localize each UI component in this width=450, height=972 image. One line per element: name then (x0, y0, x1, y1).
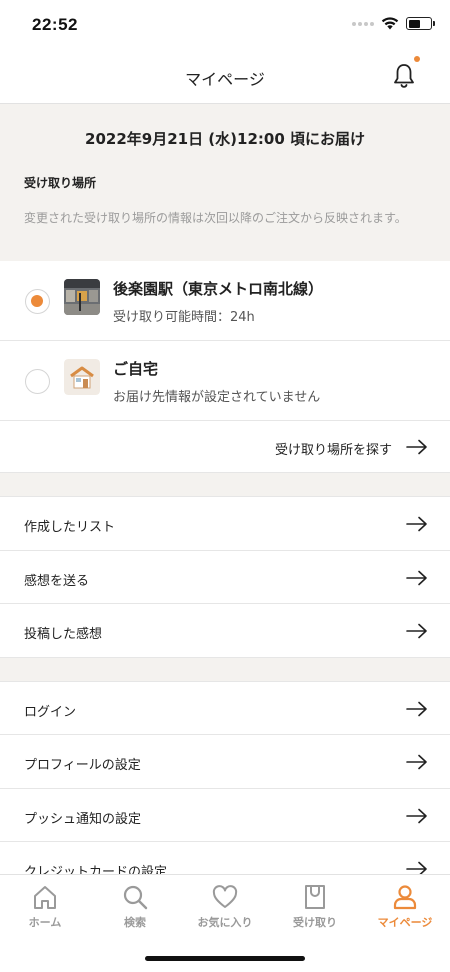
home-illustration-icon (64, 359, 100, 395)
menu-item-label: プロフィールの設定 (24, 758, 141, 773)
tab-search[interactable]: 検索 (90, 883, 180, 939)
find-location-button[interactable]: 受け取り場所を探す (0, 421, 450, 473)
menu-item-posted-feedback[interactable]: 投稿した感想 (0, 604, 450, 658)
tab-mypage[interactable]: マイページ (360, 883, 450, 939)
menu-item-label: 投稿した感想 (24, 627, 103, 642)
battery-icon (406, 17, 435, 30)
menu-item-created-lists[interactable]: 作成したリスト (0, 497, 450, 551)
menu-item-label: 感想を送る (24, 573, 90, 589)
bag-icon (305, 885, 325, 909)
tab-favorites[interactable]: お気に入り (180, 883, 270, 939)
tab-label: 受け取り (293, 916, 337, 929)
tab-pickup[interactable]: 受け取り (270, 883, 360, 939)
menu-item-label: プッシュ通知の設定 (24, 811, 142, 827)
status-time: 22:52 (32, 15, 78, 34)
menu-item-login[interactable]: ログイン (0, 681, 450, 735)
section-divider (0, 657, 450, 682)
location-status: お届け先情報が設定されていません (113, 390, 321, 405)
arrow-right-icon (406, 623, 427, 639)
tab-label: お気に入り (197, 916, 253, 929)
arrow-right-icon (406, 861, 427, 874)
arrow-right-icon (406, 439, 427, 455)
location-name: 後楽園駅（東京メトロ南北線） (113, 280, 324, 298)
menu-item-label: クレジットカードの設定 (24, 865, 168, 874)
pickup-note: 変更された受け取り場所の情報は次回以降のご注文から反映されます。 (24, 211, 407, 225)
menu-item-send-feedback[interactable]: 感想を送る (0, 550, 450, 604)
tab-label: ホーム (28, 916, 62, 929)
location-hours: 受け取り可能時間：24h (113, 310, 255, 325)
person-icon (393, 885, 417, 910)
arrow-right-icon (406, 701, 427, 716)
location-option-home[interactable]: ご自宅 お届け先情報が設定されていません (0, 341, 450, 421)
arrow-right-icon (406, 808, 427, 823)
find-location-label: 受け取り場所を探す (274, 443, 392, 458)
delivery-date: 2022年9月21日 (水)12:00 頃にお届け (85, 130, 365, 148)
search-icon (123, 885, 148, 910)
location-name: ご自宅 (113, 360, 159, 378)
menu-item-label: 作成したリスト (24, 520, 116, 535)
location-option-station[interactable]: 後楽園駅（東京メトロ南北線） 受け取り可能時間：24h (0, 261, 450, 341)
menu-item-credit-card-settings[interactable]: クレジットカードの設定 (0, 842, 450, 874)
status-indicators (352, 17, 435, 30)
delivery-info: 2022年9月21日 (水)12:00 頃にお届け 受け取り場所 変更された受け… (0, 104, 450, 261)
page-title: マイページ (185, 70, 265, 89)
tab-label: マイページ (377, 916, 433, 929)
notification-badge (414, 56, 420, 62)
status-bar: 22:52 (0, 0, 450, 50)
tab-home[interactable]: ホーム (0, 883, 90, 939)
tab-label: 検索 (124, 916, 146, 929)
section-divider (0, 473, 450, 497)
heart-icon (212, 885, 238, 908)
menu-item-profile-settings[interactable]: プロフィールの設定 (0, 735, 450, 789)
menu-item-push-settings[interactable]: プッシュ通知の設定 (0, 788, 450, 842)
pickup-heading: 受け取り場所 (24, 176, 97, 190)
main-content[interactable]: 2022年9月21日 (水)12:00 頃にお届け 受け取り場所 変更された受け… (0, 104, 450, 874)
location-radio[interactable] (25, 369, 50, 394)
wifi-icon (381, 17, 399, 30)
station-photo (64, 279, 100, 315)
home-icon (34, 886, 56, 909)
cellular-signal-icon (352, 21, 374, 26)
nav-bar: マイページ (0, 50, 450, 104)
arrow-right-icon (406, 754, 427, 770)
home-indicator (145, 956, 305, 961)
menu-item-label: ログイン (24, 704, 77, 720)
arrow-right-icon (406, 570, 427, 585)
notification-bell-icon[interactable] (391, 62, 417, 90)
arrow-right-icon (406, 516, 427, 532)
location-radio-selected[interactable] (25, 289, 50, 314)
